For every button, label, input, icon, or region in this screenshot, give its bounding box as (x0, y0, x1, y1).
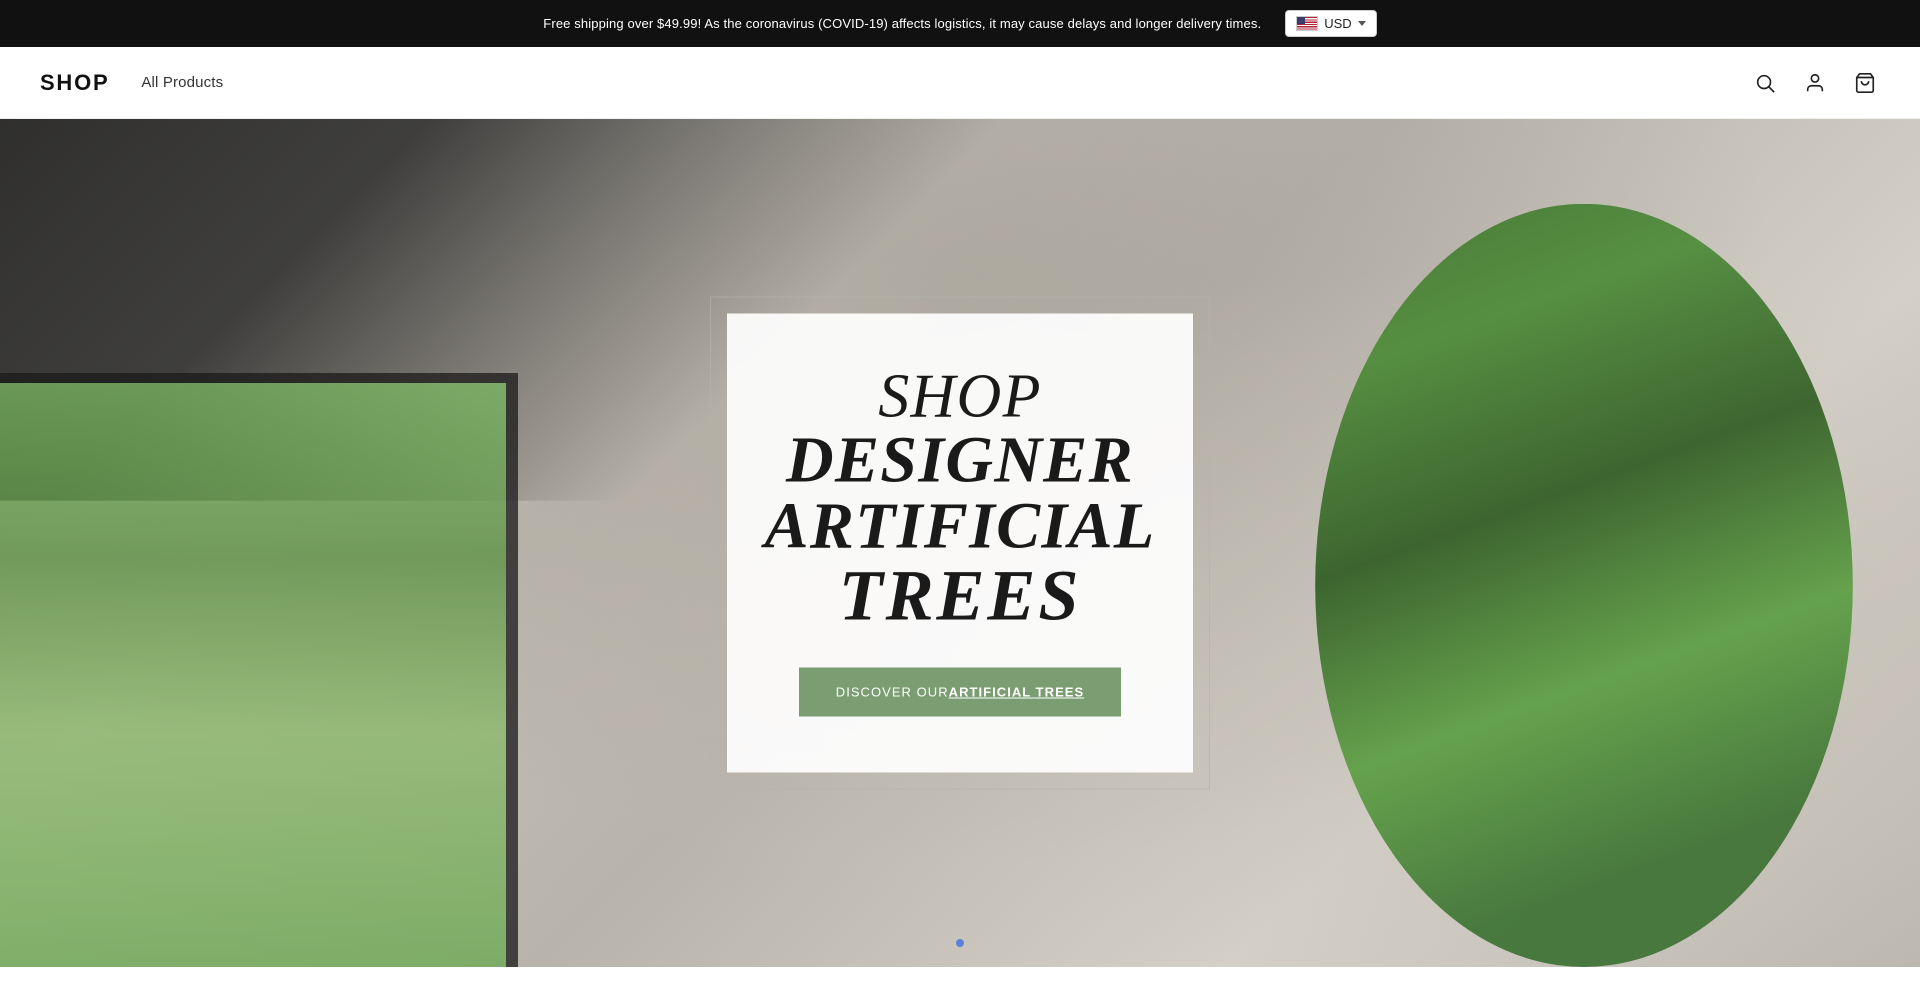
chevron-down-icon (1358, 21, 1366, 26)
logo[interactable]: SHOP (40, 70, 109, 96)
header-left: SHOP All Products (40, 70, 223, 96)
nav-all-products[interactable]: All Products (141, 74, 223, 91)
account-button[interactable] (1800, 68, 1830, 98)
hero-outer-border: SHOP DESIGNER ARTIFICIAL TREES DISCOVER … (710, 297, 1210, 790)
hero-cta-button[interactable]: DISCOVER OUR ARTIFICIAL TREES (799, 668, 1121, 717)
hero-cta-bold: ARTIFICIAL TREES (949, 685, 1085, 700)
account-icon (1804, 72, 1826, 94)
hero-card: SHOP DESIGNER ARTIFICIAL TREES DISCOVER … (727, 314, 1193, 773)
cart-icon (1854, 72, 1876, 94)
hero-section: SHOP DESIGNER ARTIFICIAL TREES DISCOVER … (0, 119, 1920, 967)
hero-content-wrapper: SHOP DESIGNER ARTIFICIAL TREES DISCOVER … (710, 297, 1210, 790)
announcement-bar: Free shipping over $49.99! As the corona… (0, 0, 1920, 47)
hero-dots (956, 939, 964, 947)
search-button[interactable] (1750, 68, 1780, 98)
hero-cta-prefix: DISCOVER OUR (836, 685, 949, 700)
hero-title-line4: TREES (839, 560, 1082, 632)
announcement-text: Free shipping over $49.99! As the corona… (543, 16, 1261, 31)
currency-label: USD (1324, 16, 1351, 31)
hero-title-line1: SHOP (878, 366, 1041, 428)
hero-dot-1[interactable] (956, 939, 964, 947)
hero-title-line3: ARTIFICIAL (765, 494, 1156, 560)
hero-title-line2: DESIGNER (786, 428, 1134, 494)
hero-left-window (0, 373, 518, 967)
currency-selector[interactable]: USD (1285, 10, 1376, 37)
header: SHOP All Products (0, 47, 1920, 119)
cart-button[interactable] (1850, 68, 1880, 98)
flag-icon (1296, 16, 1318, 31)
header-icons (1750, 68, 1880, 98)
search-icon (1754, 72, 1776, 94)
